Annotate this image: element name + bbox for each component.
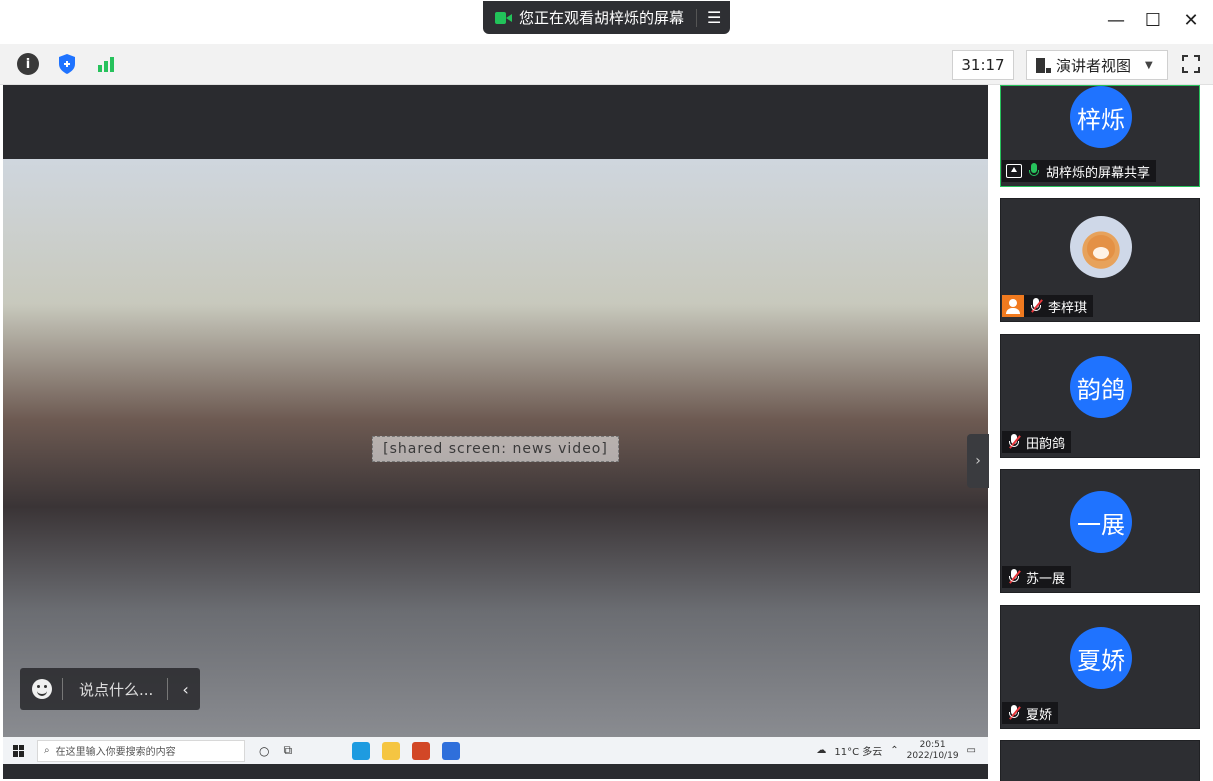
screen-share-status-pill[interactable]: 您正在观看胡梓烁的屏幕 ☰ xyxy=(483,1,730,34)
layout-icon xyxy=(1036,57,1051,73)
cortana-icon[interactable]: ○ xyxy=(259,744,269,758)
fullscreen-icon[interactable] xyxy=(1180,53,1202,75)
weather-text: 11°C 多云 xyxy=(834,747,883,758)
microphone-muted-icon xyxy=(1030,298,1043,314)
chevron-left-icon[interactable]: ‹ xyxy=(182,680,188,699)
avatar: 韵鸽 xyxy=(1070,356,1132,418)
emoji-icon[interactable] xyxy=(32,679,52,699)
taskbar-clock[interactable]: 20:51 2022/10/19 xyxy=(907,740,959,762)
participant-name-tag: 夏娇 xyxy=(1002,702,1059,724)
avatar: 一展 xyxy=(1070,491,1132,553)
tray-overflow-icon[interactable]: ⌃ xyxy=(890,745,898,756)
screen-share-icon xyxy=(1006,164,1022,178)
participant-tile[interactable]: 李梓琪 xyxy=(1000,198,1200,322)
participant-name-tag: 胡梓烁的屏幕共享 xyxy=(1002,160,1157,182)
taskbar-search-placeholder: 在这里输入你要搜索的内容 xyxy=(55,747,176,758)
avatar: 梓烁 xyxy=(1070,86,1132,148)
windows-taskbar: ⌕ 在这里输入你要搜索的内容 ○ ⧉ ☁ 11°C 多云 ⌃ 20:51 202… xyxy=(3,737,988,764)
avatar xyxy=(1070,216,1132,278)
participant-name: 田韵鸽 xyxy=(1026,436,1066,452)
close-icon[interactable]: ✕ xyxy=(1179,10,1203,31)
divider xyxy=(167,678,169,700)
shared-video-placeholder: [shared screen: news video] xyxy=(3,159,988,739)
participant-name: 夏娇 xyxy=(1026,707,1053,723)
info-icon[interactable]: i xyxy=(17,53,39,75)
share-status-text: 您正在观看胡梓烁的屏幕 xyxy=(519,9,685,27)
wechat-icon[interactable] xyxy=(382,741,401,760)
microphone-muted-icon xyxy=(1008,569,1021,585)
host-badge-icon xyxy=(1002,295,1024,317)
view-mode-label: 演讲者视图 xyxy=(1056,56,1132,75)
participant-name: 胡梓烁的屏幕共享 xyxy=(1046,165,1151,181)
divider xyxy=(62,678,63,700)
camera-icon xyxy=(495,11,513,25)
weather-icon: ☁ xyxy=(816,745,827,756)
signal-bars-icon[interactable] xyxy=(95,53,117,75)
system-tray: ☁ 11°C 多云 ⌃ 20:51 2022/10/19 ▭ xyxy=(816,737,976,764)
participant-name: 李梓琪 xyxy=(1048,300,1088,316)
chevron-down-icon: ▼ xyxy=(1145,59,1153,71)
participant-panel: 梓烁 胡梓烁的屏幕共享 李梓琪 韵鸽 田韵鸽 一展 苏一展 夏娇 夏娇 xyxy=(990,85,1213,781)
participant-tile[interactable]: 韵鸽 田韵鸽 xyxy=(1000,334,1200,458)
participant-name-tag: 田韵鸽 xyxy=(1002,431,1072,453)
video-placeholder-label: [shared screen: news video] xyxy=(372,436,619,462)
participant-tile[interactable]: 梓烁 胡梓烁的屏幕共享 xyxy=(1000,85,1200,187)
microphone-muted-icon xyxy=(1008,705,1021,721)
taskbar-search-input[interactable]: ⌕ 在这里输入你要搜索的内容 xyxy=(37,739,245,762)
task-view-icon[interactable]: ⧉ xyxy=(283,743,292,758)
participant-name: 苏一展 xyxy=(1026,571,1066,587)
participant-tile-partial[interactable] xyxy=(1000,740,1200,781)
clock-date: 2022/10/19 xyxy=(906,750,959,761)
shield-icon[interactable] xyxy=(56,53,78,75)
clock-time: 20:51 xyxy=(919,739,946,750)
minimize-icon[interactable]: — xyxy=(1104,10,1128,31)
microphone-muted-icon xyxy=(1008,434,1021,450)
windows-start-icon[interactable] xyxy=(13,744,25,757)
collapse-sidebar-button[interactable]: › xyxy=(967,434,989,488)
search-icon: ⌕ xyxy=(44,745,50,756)
dog-photo-icon xyxy=(1081,227,1121,267)
participant-tile[interactable]: 夏娇 夏娇 xyxy=(1000,605,1200,729)
screen-bottom-bezel xyxy=(3,764,988,779)
participant-tile[interactable]: 一展 苏一展 xyxy=(1000,469,1200,593)
powerpoint-icon[interactable] xyxy=(412,741,431,760)
meeting-app-icon[interactable] xyxy=(442,741,461,760)
view-mode-dropdown[interactable]: 演讲者视图 ▼ xyxy=(1026,50,1168,80)
divider xyxy=(696,8,698,27)
chat-input-bar[interactable]: 说点什么... ‹ xyxy=(20,668,200,710)
title-bar: 您正在观看胡梓烁的屏幕 ☰ — ☐ ✕ xyxy=(0,0,1213,44)
avatar: 夏娇 xyxy=(1070,627,1132,689)
list-menu-icon[interactable]: ☰ xyxy=(707,8,721,27)
notification-icon[interactable]: ▭ xyxy=(967,745,976,756)
participant-name-tag: 苏一展 xyxy=(1002,566,1072,588)
microphone-icon xyxy=(1028,163,1040,179)
chat-placeholder[interactable]: 说点什么... xyxy=(79,679,153,700)
maximize-icon[interactable]: ☐ xyxy=(1141,10,1165,31)
meeting-timer: 31:17 xyxy=(952,50,1014,80)
edge-browser-icon[interactable] xyxy=(352,741,371,760)
shared-screen-area: [shared screen: news video] 说点什么... ‹ › xyxy=(3,85,989,779)
participant-name-tag: 李梓琪 xyxy=(1002,295,1094,317)
